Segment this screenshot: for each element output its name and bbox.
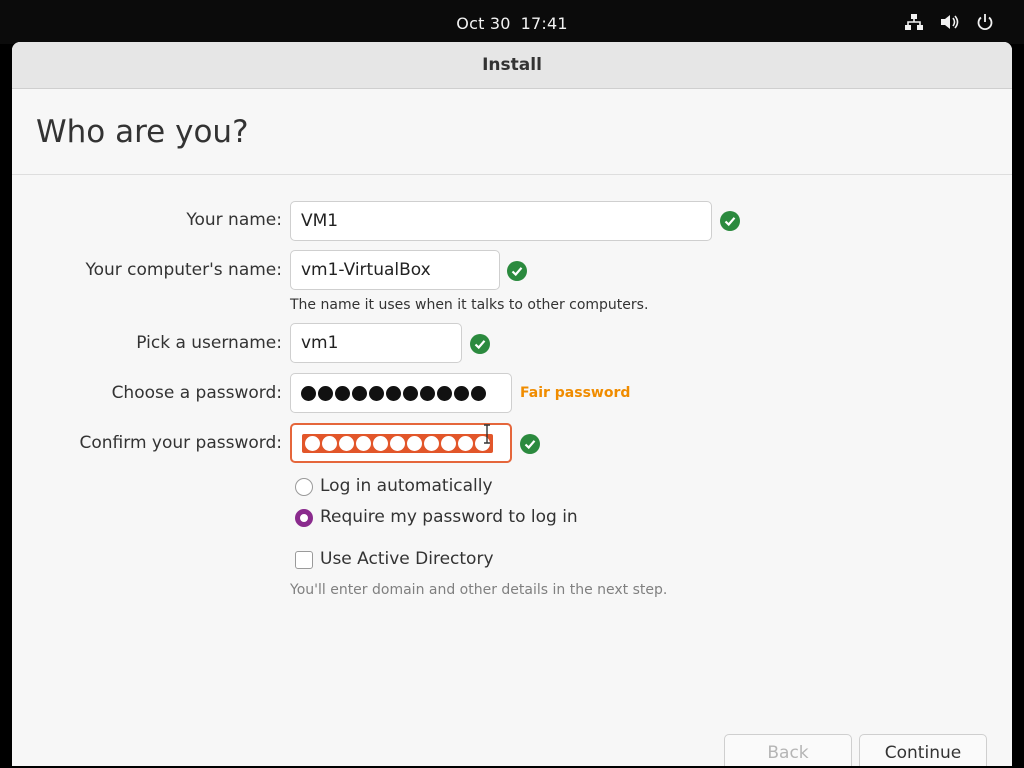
password-dot [458,435,473,451]
password-dot [437,385,452,401]
active-directory-label[interactable]: Use Active Directory [320,549,494,569]
password-label: Choose a password: [111,383,282,403]
password-strength: Fair password [520,385,631,401]
confirm-password-label: Confirm your password: [79,433,282,453]
window-title: Install [482,55,542,75]
text-cursor-icon [484,424,490,444]
continue-button[interactable]: Continue [859,734,987,766]
top-bar: Oct 30 17:41 [0,0,1024,44]
password-dot [407,435,422,451]
confirm-password-mask [302,433,493,453]
require-password-label[interactable]: Require my password to log in [320,507,578,527]
time-text: 17:41 [520,14,568,33]
clock[interactable]: Oct 30 17:41 [0,14,1024,33]
computer-name-field[interactable]: vm1-VirtualBox [290,250,500,290]
divider [12,174,1012,175]
page-title: Who are you? [36,114,249,150]
confirm-password-field[interactable] [290,423,512,463]
password-dot [454,385,469,401]
password-dot [318,385,333,401]
password-dot [301,385,316,401]
password-dot [424,435,439,451]
computer-name-valid-icon [507,261,527,281]
password-dot [356,435,371,451]
password-dot [403,385,418,401]
computer-name-value: vm1-VirtualBox [301,260,431,280]
power-icon[interactable] [976,13,994,31]
name-valid-icon [720,211,740,231]
password-dot [305,435,320,451]
network-icon[interactable] [904,14,924,30]
back-button[interactable]: Back [724,734,852,766]
password-dot [352,385,367,401]
password-mask [301,385,486,401]
username-value: vm1 [301,333,339,353]
username-field[interactable]: vm1 [290,323,462,363]
password-dot [386,385,401,401]
username-label: Pick a username: [136,333,282,353]
name-value: VM1 [301,211,339,231]
volume-icon[interactable] [940,14,960,30]
name-label: Your name: [186,210,282,230]
title-bar: Install [12,42,1012,89]
active-directory-checkbox[interactable] [295,551,313,569]
computer-name-label: Your computer's name: [85,260,282,280]
password-dot [471,385,486,401]
password-dot [373,435,388,451]
password-dot [322,435,337,451]
login-automatically-radio[interactable] [295,478,313,496]
name-field[interactable]: VM1 [290,201,712,241]
password-dot [390,435,405,451]
password-dot [335,385,350,401]
username-valid-icon [470,334,490,354]
password-dot [441,435,456,451]
password-dot [420,385,435,401]
computer-name-hint: The name it uses when it talks to other … [290,297,649,313]
installer-window: Install Who are you? Your name: VM1 Your… [12,42,1012,766]
confirm-password-valid-icon [520,434,540,454]
require-password-radio[interactable] [295,509,313,527]
login-automatically-label[interactable]: Log in automatically [320,476,493,496]
password-dot [339,435,354,451]
date-text: Oct 30 [456,14,511,33]
password-dot [369,385,384,401]
password-field[interactable] [290,373,512,413]
active-directory-hint: You'll enter domain and other details in… [290,582,668,598]
system-tray[interactable] [904,13,994,31]
